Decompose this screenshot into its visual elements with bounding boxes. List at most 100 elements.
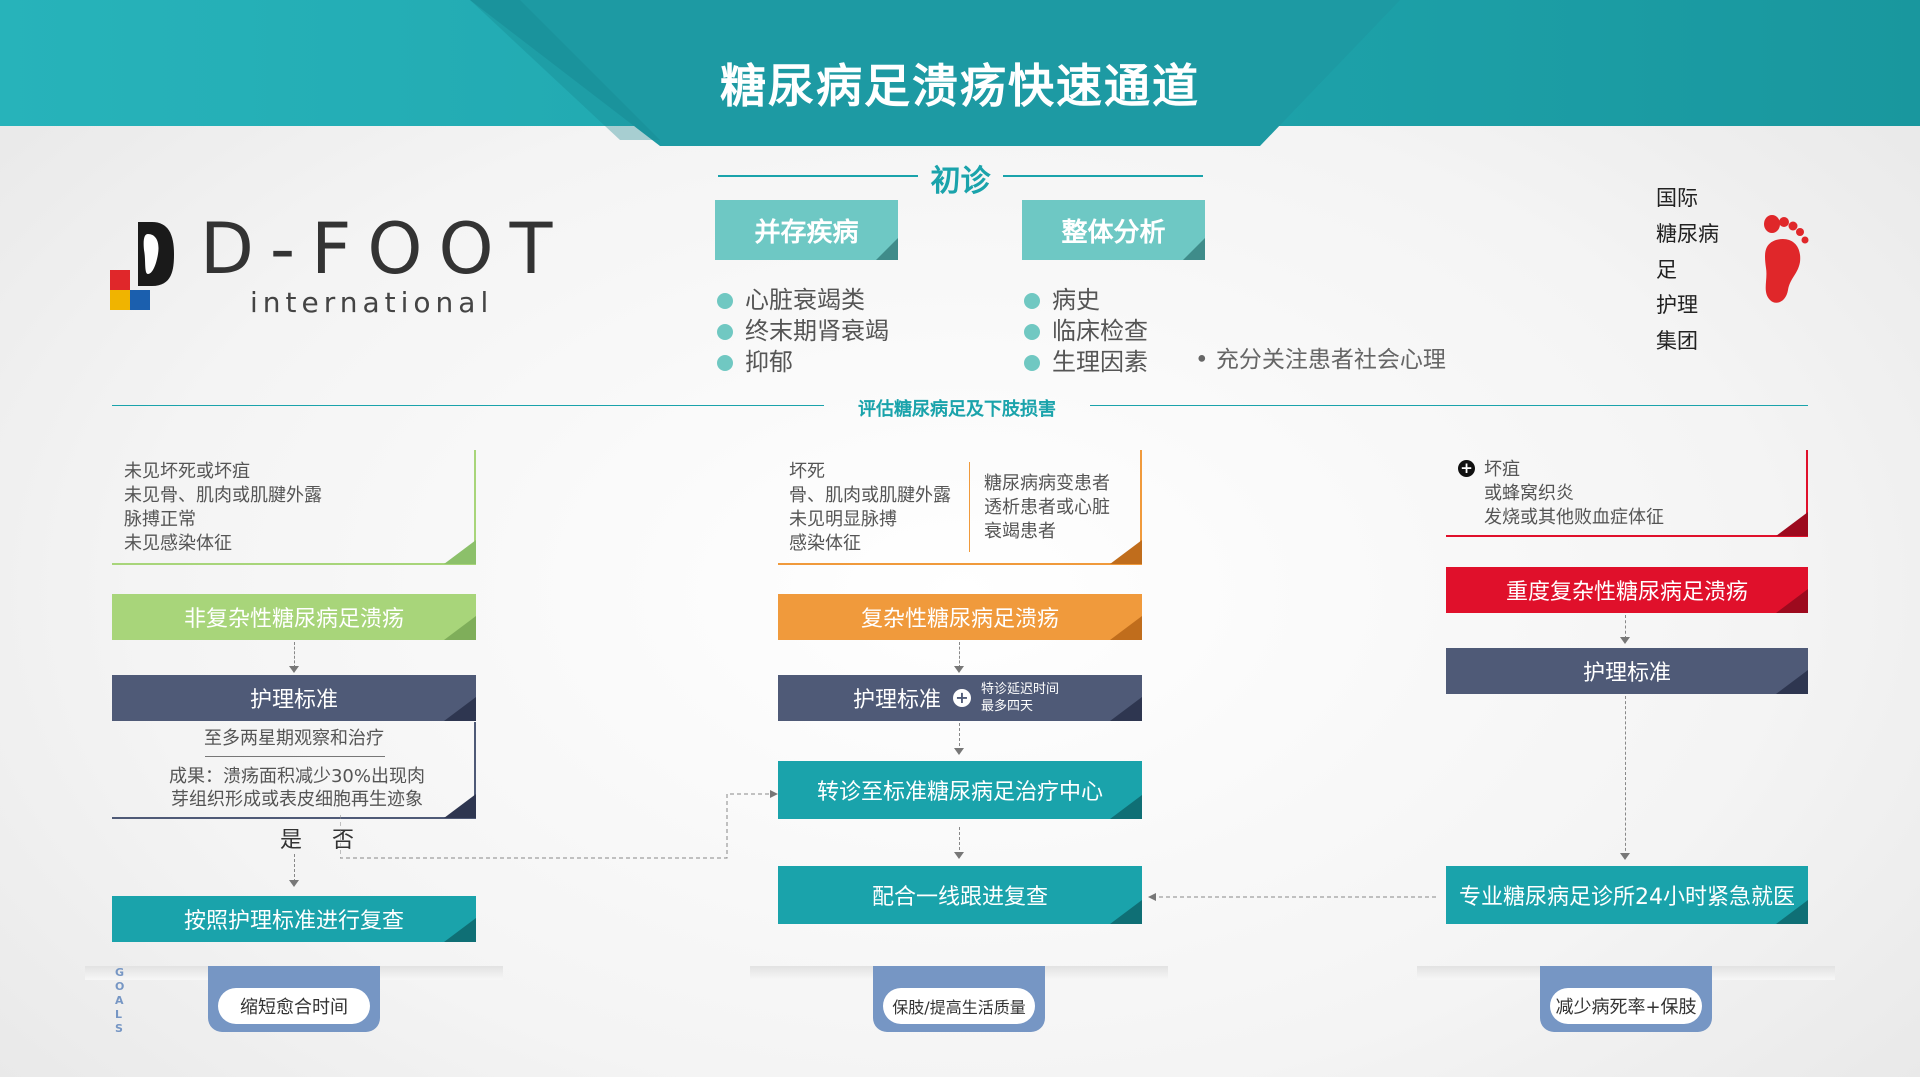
initial-divider-left [718,175,918,177]
initial-title: 初诊 [930,164,991,199]
col2-followup: 配合一线跟进复查 [871,885,1048,910]
col3-criteria: 坏疽 或蜂窝织炎 发烧或其他败血症体征 [1484,458,1784,530]
col2-arrow-3 [959,827,960,855]
col1-goal: 缩短愈合时间 [218,988,370,1024]
col2-delay-note: 特诊延迟时间 最多四天 [981,681,1059,715]
list-item: 心脏衰竭类 [715,285,889,316]
col2-arrowhead-2 [954,748,964,755]
initial-divider-right [1003,175,1203,177]
col1-arrowhead-2 [289,880,299,887]
col2-care: 护理标准 [853,688,942,713]
col2-goal: 保肢/提高生活质量 [883,988,1035,1024]
logo-subtitle: international [250,286,494,319]
col3-criteria-corner [1776,512,1808,536]
col1-yes: 是 [280,828,303,853]
psychosocial-note: • 充分关注患者社会心理 [1195,347,1446,373]
col1-arrow-2 [294,854,295,882]
list-item: 抑郁 [715,347,889,378]
criteria-line: 坏死 [789,461,825,482]
col3-emergency: 专业糖尿病足诊所24小时紧急就医 [1459,885,1795,910]
footprint-icon [1764,215,1809,303]
col2-criteria-underline [778,563,1142,565]
col1-observe: 至多两星期观察和治疗 [204,728,384,749]
col1-followup: 按照护理标准进行复查 [183,909,404,934]
col2-criteria-divider [969,462,970,552]
col2-category-bar: 复杂性糖尿病足溃疡 [778,594,1142,640]
overall-analysis-list: 病史 临床检查 生理因素 [1022,285,1148,378]
criteria-line: 骨、肌肉或肌腱外露 [789,485,951,506]
delay-note-line-2: 最多四天 [981,699,1034,714]
col1-followup-bar: 按照护理标准进行复查 [112,896,476,942]
brand-line-2: 糖尿病 [1656,222,1719,246]
list-item: 终末期肾衰竭 [715,316,889,347]
list-item: 生理因素 [1022,347,1148,378]
col3-arrowhead-2 [1620,853,1630,860]
emergency-to-followup-connector [1148,893,1436,901]
goals-letter: O [115,980,125,993]
comorbidity-list: 心脏衰竭类 终末期肾衰竭 抑郁 [715,285,889,378]
comorbidity-header: 并存疾病 [715,200,898,260]
overall-analysis-title: 整体分析 [1061,217,1166,248]
criteria-line: 透析患者或心脏 [984,497,1110,518]
col1-criteria-underline [112,563,476,565]
col2-referral: 转诊至标准糖尿病足治疗中心 [816,780,1103,805]
col2-arrowhead-3 [954,852,964,859]
assess-title: 评估糖尿病足及下肢损害 [858,399,1056,420]
col1-arrowhead-1 [289,666,299,673]
no-branch-connector [340,790,778,859]
col2-arrow-1 [959,642,960,668]
criteria-line: 未见骨、肌肉或肌腱外露 [124,485,322,506]
criteria-line: 糖尿病病变患者 [984,473,1110,494]
criteria-line: 感染体征 [789,533,861,554]
criteria-line: 未见明显脉搏 [789,509,897,530]
col1-observe-underline [205,756,385,757]
goals-letter: G [115,966,125,979]
criteria-line: 坏疽 [1484,459,1520,480]
col3-care-bar: 护理标准 [1446,648,1808,694]
overall-analysis-header: 整体分析 [1022,200,1205,260]
assess-divider-right [1090,405,1808,406]
col3-arrow-2 [1625,696,1626,856]
col1-category-bar: 非复杂性糖尿病足溃疡 [112,594,476,640]
col1-criteria: 未见坏死或坏疽 未见骨、肌肉或肌腱外露 脉搏正常 未见感染体征 [124,460,464,556]
page-title: 糖尿病足溃疡快速通道 [720,59,1200,113]
col3-arrow-1 [1625,615,1626,639]
criteria-line: 未见坏死或坏疽 [124,461,250,482]
goals-letter: A [115,994,124,1007]
col3-emergency-bar: 专业糖尿病足诊所24小时紧急就医 [1446,866,1808,924]
brand-line-1: 国际 [1656,186,1698,210]
col3-goal: 减少病死率+保肢 [1550,988,1702,1024]
goals-letter: L [115,1008,123,1021]
delay-note-line-1: 特诊延迟时间 [981,682,1060,697]
col2-criteria-right: 糖尿病病变患者 透析患者或心脏 衰竭患者 [984,472,1134,544]
plus-circle-icon: + [1458,460,1475,477]
criteria-line: 发烧或其他败血症体征 [1484,507,1664,528]
col2-referral-bar: 转诊至标准糖尿病足治疗中心 [778,761,1142,819]
logo-wordmark: D-FOOT [200,208,569,290]
col3-category-bar: 重度复杂性糖尿病足溃疡 [1446,567,1808,613]
col1-criteria-corner [444,540,476,564]
col2-care-bar: 护理标准 + 特诊延迟时间 最多四天 [778,675,1142,721]
plus-circle-icon: + [953,689,971,707]
col2-arrowhead-1 [954,666,964,673]
col3-arrowhead-1 [1620,637,1630,644]
col2-criteria-left: 坏死 骨、肌肉或肌腱外露 未见明显脉搏 感染体征 [789,460,959,556]
d-foot-logo-mark [110,222,174,310]
comorbidity-title: 并存疾病 [754,217,859,248]
col3-category: 重度复杂性糖尿病足溃疡 [1505,580,1748,605]
list-item: 病史 [1022,285,1148,316]
brand-line-3: 足 [1656,258,1677,282]
col3-care: 护理标准 [1582,661,1671,686]
criteria-line: 或蜂窝织炎 [1484,483,1574,504]
col2-followup-bar: 配合一线跟进复查 [778,866,1142,924]
criteria-line: 未见感染体征 [124,533,232,554]
assess-divider-left [112,405,824,406]
col1-arrow-1 [294,642,295,668]
brand-line-4: 护理 [1656,293,1698,317]
goals-letter: S [115,1022,123,1035]
criteria-line: 脉搏正常 [124,509,196,530]
brand-line-5: 集团 [1656,329,1698,353]
col2-category: 复杂性糖尿病足溃疡 [860,607,1059,632]
col1-care-bar: 护理标准 [112,675,476,721]
col2-arrow-2 [959,723,960,751]
